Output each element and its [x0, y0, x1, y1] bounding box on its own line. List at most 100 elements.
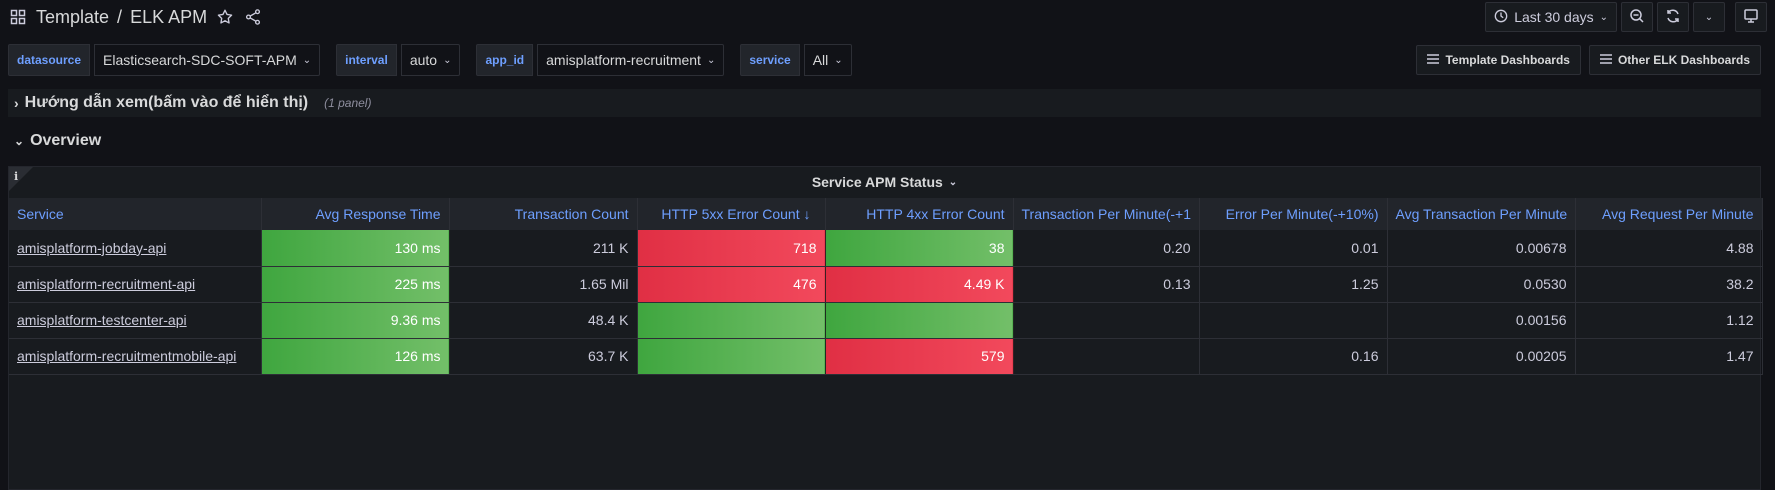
chevron-down-icon: ⌄ — [302, 54, 312, 66]
breadcrumb-folder[interactable]: Template — [36, 7, 109, 28]
column-header[interactable]: Avg Request Per Minute — [1575, 198, 1763, 230]
chevron-down-icon: ⌄ — [1704, 11, 1714, 23]
row-title: Hướng dẫn xem(bấm vào để hiển thị) — [24, 94, 309, 111]
variable-datasource: datasource Elasticsearch-SDC-SOFT-APM ⌄ — [8, 44, 321, 76]
table-header-row: Service Avg Response Time Transaction Co… — [9, 198, 1763, 230]
other-elk-dashboards-link[interactable]: Other ELK Dashboards — [1588, 45, 1761, 75]
dashboard-title: ELK APM — [130, 6, 208, 27]
table-row: amisplatform-jobday-api 130 ms 211 K 718… — [9, 230, 1763, 267]
http5xx-cell: 476 — [637, 266, 826, 303]
menu-icon — [1599, 53, 1612, 67]
chevron-down-icon: ⌄ — [706, 54, 716, 66]
epm-cell — [1199, 302, 1388, 339]
service-link[interactable]: amisplatform-recruitment-api — [9, 266, 262, 303]
dashboard-links: Template Dashboards Other ELK Dashboards — [1416, 45, 1761, 75]
http4xx-cell: 579 — [825, 338, 1014, 375]
service-link[interactable]: amisplatform-recruitmentmobile-api — [9, 338, 262, 375]
chevron-down-icon: ⌄ — [14, 134, 25, 148]
tv-mode-button[interactable] — [1735, 2, 1767, 32]
dashboard-header: Template / ELK APM Last 30 days ⌄ ⌄ — [0, 0, 1775, 34]
chevron-down-icon: ⌄ — [443, 54, 452, 66]
http4xx-cell: 38 — [825, 230, 1014, 267]
variable-value: All — [812, 52, 829, 68]
service-select[interactable]: All ⌄ — [803, 44, 852, 76]
avg-rpm-cell: 1.47 — [1575, 338, 1763, 375]
column-header-label: HTTP 5xx Error Count — [661, 206, 800, 222]
service-link[interactable]: amisplatform-testcenter-api — [9, 302, 262, 339]
chevron-down-icon: ⌄ — [1599, 11, 1608, 23]
avg-response-cell: 225 ms — [261, 266, 450, 303]
panel-title-text: Service APM Status — [811, 174, 943, 190]
link-label: Template Dashboards — [1445, 53, 1570, 67]
avg-rpm-cell: 1.12 — [1575, 302, 1763, 339]
http5xx-cell — [637, 302, 826, 339]
tx-count-cell: 48.4 K — [449, 302, 638, 339]
template-dashboards-link[interactable]: Template Dashboards — [1416, 45, 1581, 75]
sort-desc-icon: ↓ — [803, 206, 811, 222]
column-header[interactable]: HTTP 4xx Error Count — [825, 198, 1014, 230]
zoom-out-button[interactable] — [1621, 2, 1653, 32]
breadcrumb-separator: / — [117, 6, 123, 27]
column-header-sorted[interactable]: HTTP 5xx Error Count ↓ — [637, 198, 826, 230]
tpm-cell — [1013, 302, 1200, 339]
table-row: amisplatform-testcenter-api 9.36 ms 48.4… — [9, 302, 1763, 339]
epm-cell: 0.01 — [1199, 230, 1388, 267]
http5xx-cell — [637, 338, 826, 375]
zoom-out-icon — [1629, 8, 1645, 27]
breadcrumb: Template / ELK APM — [8, 4, 263, 30]
column-header[interactable]: Transaction Count — [449, 198, 638, 230]
tx-count-cell: 211 K — [449, 230, 638, 267]
variable-label: app_id — [476, 44, 534, 76]
panel-title[interactable]: Service APM Status ⌄ — [9, 167, 1760, 197]
column-header[interactable]: Avg Transaction Per Minute — [1387, 198, 1576, 230]
refresh-icon — [1665, 8, 1681, 27]
apm-status-table: Service Avg Response Time Transaction Co… — [9, 198, 1763, 375]
datasource-select[interactable]: Elasticsearch-SDC-SOFT-APM ⌄ — [94, 44, 321, 76]
avg-tpm-cell: 0.0530 — [1387, 266, 1576, 303]
variable-service: service All ⌄ — [740, 44, 852, 76]
menu-icon — [1427, 53, 1440, 67]
variable-app-id: app_id amisplatform-recruitment ⌄ — [476, 44, 725, 76]
http4xx-cell — [825, 302, 1014, 339]
apps-grid-icon[interactable] — [8, 7, 28, 27]
tx-count-cell: 1.65 Mil — [449, 266, 638, 303]
row-overview[interactable]: ⌄ Overview — [8, 127, 1761, 155]
http4xx-cell: 4.49 K — [825, 266, 1014, 303]
row-guide[interactable]: › Hướng dẫn xem(bấm vào để hiển thị) (1 … — [8, 89, 1761, 117]
variable-value: Elasticsearch-SDC-SOFT-APM — [103, 52, 297, 68]
column-header[interactable]: Service — [9, 198, 262, 230]
time-range-picker[interactable]: Last 30 days ⌄ — [1485, 2, 1617, 32]
app-id-select[interactable]: amisplatform-recruitment ⌄ — [537, 44, 725, 76]
avg-tpm-cell: 0.00156 — [1387, 302, 1576, 339]
variable-value: auto — [409, 52, 438, 68]
variable-label: service — [740, 44, 800, 76]
tx-count-cell: 63.7 K — [449, 338, 638, 375]
avg-rpm-cell: 4.88 — [1575, 230, 1763, 267]
tpm-cell: 0.20 — [1013, 230, 1200, 267]
column-header[interactable]: Transaction Per Minute(-+1 — [1013, 198, 1200, 230]
avg-tpm-cell: 0.00205 — [1387, 338, 1576, 375]
variables-bar: datasource Elasticsearch-SDC-SOFT-APM ⌄ i… — [8, 44, 868, 76]
service-link[interactable]: amisplatform-jobday-api — [9, 230, 262, 267]
table-row: amisplatform-recruitment-api 225 ms 1.65… — [9, 266, 1763, 303]
interval-select[interactable]: auto ⌄ — [400, 44, 461, 76]
refresh-interval-picker[interactable]: ⌄ — [1693, 2, 1725, 32]
star-icon[interactable] — [215, 7, 235, 27]
share-icon[interactable] — [243, 7, 263, 27]
link-label: Other ELK Dashboards — [1617, 53, 1750, 67]
avg-response-cell: 9.36 ms — [261, 302, 450, 339]
variable-label: datasource — [8, 44, 91, 76]
column-header[interactable]: Error Per Minute(-+10%) — [1199, 198, 1388, 230]
column-header[interactable]: Avg Response Time — [261, 198, 450, 230]
clock-icon — [1494, 9, 1508, 26]
service-apm-status-panel: i Service APM Status ⌄ Service Avg Respo… — [8, 166, 1763, 490]
avg-response-cell: 126 ms — [261, 338, 450, 375]
chevron-right-icon: › — [14, 95, 19, 111]
row-title: Overview — [30, 132, 102, 149]
refresh-button[interactable] — [1657, 2, 1689, 32]
tpm-cell: 0.13 — [1013, 266, 1200, 303]
time-range-label: Last 30 days — [1514, 9, 1594, 25]
epm-cell: 1.25 — [1199, 266, 1388, 303]
avg-response-cell: 130 ms — [261, 230, 450, 267]
http5xx-cell: 718 — [637, 230, 826, 267]
